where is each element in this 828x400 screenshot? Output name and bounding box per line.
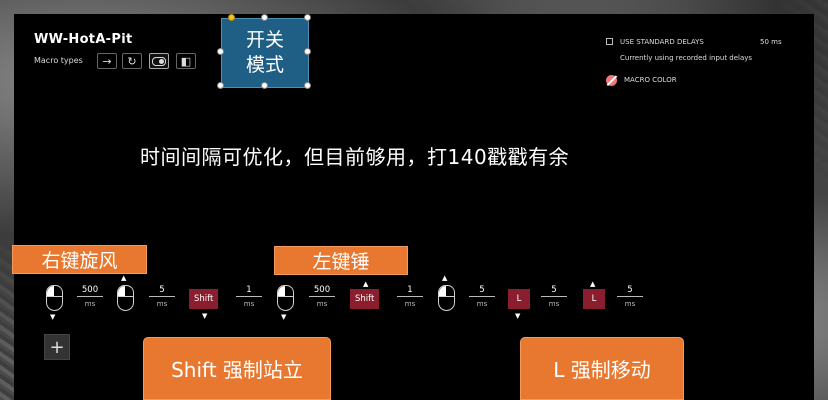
delay-unit: ms — [84, 300, 96, 308]
arrow-down-icon: ▼ — [50, 313, 56, 321]
key-l-step[interactable]: L — [508, 289, 530, 309]
annotation-shift-force-stand: Shift 强制站立 — [143, 337, 331, 400]
recorded-delays-info: Currently using recorded input delays — [620, 54, 753, 62]
resize-handle-bottom-right[interactable] — [304, 82, 311, 89]
delay-value: 500 — [77, 285, 103, 297]
resize-handle-top-right[interactable] — [304, 14, 311, 21]
macro-type-toggle-button[interactable] — [149, 53, 169, 69]
delay-unit: ms — [156, 300, 168, 308]
macro-editor-panel — [14, 14, 814, 400]
resize-handle-bottom[interactable] — [261, 82, 268, 89]
arrow-down-icon: ▼ — [515, 312, 521, 320]
annotation-left-key-hammer: 左键锤 — [274, 246, 408, 275]
mouse-left-button-step[interactable] — [117, 285, 134, 311]
delay-step[interactable]: 500 ms — [77, 285, 103, 308]
sticky-note-line2: 模式 — [245, 54, 284, 76]
macro-color-label: MACRO COLOR — [624, 76, 677, 84]
delay-unit: ms — [316, 300, 328, 308]
arrow-up-icon: ▲ — [442, 274, 448, 282]
arrow-down-icon: ▼ — [202, 312, 208, 320]
key-shift-step[interactable]: Shift — [350, 289, 380, 309]
toggle-icon — [152, 56, 166, 66]
macro-types-label: Macro types — [34, 56, 83, 65]
resize-handle-right[interactable] — [304, 48, 311, 55]
standard-delay-value[interactable]: 50 ms — [760, 38, 782, 46]
delay-value: 1 — [236, 285, 262, 297]
no-color-icon[interactable] — [606, 75, 617, 86]
macro-type-hold-button[interactable]: ◧ — [176, 53, 196, 69]
arrow-right-icon: → — [102, 54, 112, 68]
arrow-down-icon: ▼ — [281, 313, 287, 321]
delay-unit: ms — [404, 300, 416, 308]
delay-unit: ms — [548, 300, 560, 308]
rotate-handle[interactable] — [228, 14, 235, 21]
delay-value: 5 — [617, 285, 643, 297]
delay-unit: ms — [243, 300, 255, 308]
resize-handle-left[interactable] — [217, 48, 224, 55]
resize-handle-bottom-left[interactable] — [217, 82, 224, 89]
arrow-up-icon: ▲ — [363, 280, 369, 288]
delay-step[interactable]: 5 ms — [541, 285, 567, 308]
annotation-right-key-whirlwind: 右键旋风 — [12, 245, 147, 274]
macro-title: WW-HotA-Pit — [34, 32, 133, 47]
delay-value: 5 — [541, 285, 567, 297]
resize-handle-top[interactable] — [261, 14, 268, 21]
hold-icon: ◧ — [180, 54, 192, 68]
arrow-up-icon: ▲ — [121, 274, 127, 282]
annotation-l-force-move: L 强制移动 — [520, 337, 684, 400]
use-standard-delays-checkbox[interactable] — [606, 38, 613, 45]
delay-step[interactable]: 5 ms — [469, 285, 495, 308]
delay-step[interactable]: 1 ms — [236, 285, 262, 308]
delay-step[interactable]: 5 ms — [149, 285, 175, 308]
arrow-up-icon: ▲ — [590, 280, 596, 288]
add-step-button[interactable]: + — [44, 334, 70, 360]
delay-value: 5 — [469, 285, 495, 297]
delay-unit: ms — [476, 300, 488, 308]
mouse-right-button-step[interactable] — [438, 285, 455, 311]
key-l-step[interactable]: L — [583, 289, 605, 309]
sticky-note[interactable]: 开关 模式 — [221, 18, 309, 88]
mouse-right-button-step[interactable] — [277, 285, 294, 311]
delay-value: 5 — [149, 285, 175, 297]
use-standard-delays-label: USE STANDARD DELAYS — [620, 38, 704, 46]
delay-step[interactable]: 500 ms — [309, 285, 335, 308]
macro-type-sequence-button[interactable]: → — [97, 53, 117, 69]
repeat-icon: ↻ — [127, 54, 137, 68]
overlay-caption: 时间间隔可优化，但目前够用，打140戳戳有余 — [140, 145, 570, 169]
delay-step[interactable]: 1 ms — [397, 285, 423, 308]
key-shift-step[interactable]: Shift — [189, 289, 219, 309]
delay-value: 500 — [309, 285, 335, 297]
mouse-left-button-step[interactable] — [46, 285, 63, 311]
sticky-note-line1: 开关 — [245, 29, 284, 51]
delay-unit: ms — [624, 300, 636, 308]
delay-value: 1 — [397, 285, 423, 297]
delay-step[interactable]: 5 ms — [617, 285, 643, 308]
macro-type-repeat-button[interactable]: ↻ — [122, 53, 142, 69]
